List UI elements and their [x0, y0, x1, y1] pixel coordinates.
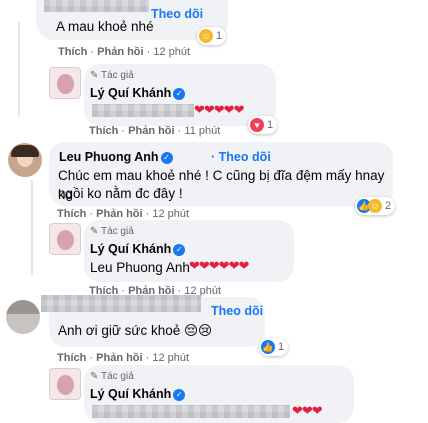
- commenter-avatar[interactable]: [8, 143, 42, 177]
- follow-link[interactable]: Theo dõi: [211, 304, 263, 318]
- care-reaction-icon: ☺: [199, 29, 213, 43]
- mention-text[interactable]: Leu Phuong Anh: [90, 258, 190, 277]
- verified-badge-icon: ✓: [160, 151, 173, 164]
- thread-line: [31, 180, 33, 275]
- reaction-badge[interactable]: ♥ 1: [248, 116, 278, 134]
- reaction-badge[interactable]: ☺ 1: [197, 27, 227, 45]
- timestamp: 11 phút: [184, 125, 221, 137]
- heart-reaction-icon: ♥: [250, 118, 264, 132]
- reply-bubble: ✎ Tác giả Lý Quí Khánh ✓ Leu Phuong Anh ❤…: [84, 220, 294, 282]
- comment-actions: Thích · Phản hồi · 12 phút: [57, 352, 190, 364]
- author-tag: ✎ Tác giả: [90, 226, 134, 237]
- comment-text: A mau khoẻ nhé: [56, 19, 154, 34]
- comment-bubble: Leu Phuong Anh ✓ · Theo dõi Chúc em mau k…: [49, 142, 393, 206]
- reply-button[interactable]: Phản hồi: [97, 46, 143, 58]
- reaction-badge[interactable]: 👍 1: [259, 338, 289, 356]
- like-button[interactable]: Thích: [89, 125, 118, 137]
- author-tag: ✎ Tác giả: [90, 70, 134, 81]
- verified-badge-icon: ✓: [173, 243, 186, 256]
- reply-bubble: ✎ Tác giả Lý Quí Khánh ✓ ❤❤❤: [84, 365, 354, 423]
- comment-actions: Thích · Phản hồi · 12 phút: [58, 46, 191, 58]
- commenter-name[interactable]: Lý Quí Khánh ✓: [90, 86, 186, 100]
- reaction-badge[interactable]: 👍 ☺ 2: [355, 197, 396, 215]
- pixelated-text: [92, 104, 194, 117]
- pixelated-name: [41, 295, 201, 312]
- like-button[interactable]: Thích: [58, 46, 87, 58]
- follow-link[interactable]: · Theo dõi: [211, 150, 271, 164]
- author-tag: ✎ Tác giả: [90, 371, 134, 382]
- verified-badge-icon: ✓: [173, 388, 186, 401]
- verified-badge-icon: ✓: [173, 87, 186, 100]
- commenter-avatar[interactable]: [6, 300, 40, 334]
- like-reaction-icon: 👍: [261, 340, 275, 354]
- reply-button[interactable]: Phản hồi: [96, 352, 142, 364]
- timestamp: 12 phút: [152, 352, 190, 364]
- care-reaction-icon: ☺: [368, 199, 382, 213]
- like-button[interactable]: Thích: [57, 208, 86, 220]
- reply-button[interactable]: Phản hồi: [128, 125, 174, 137]
- author-avatar[interactable]: [49, 368, 81, 400]
- comment-text: Anh ơi giữ sức khoẻ 😔😢: [58, 323, 213, 338]
- comment-actions: Thích · Phản hồi · 11 phút: [89, 125, 221, 137]
- commenter-name[interactable]: Lý Quí Khánh ✓: [90, 242, 186, 256]
- hearts-text: ❤❤❤: [292, 403, 323, 418]
- pixelated-name: [44, 0, 149, 12]
- like-button[interactable]: Thích: [57, 352, 86, 364]
- reply-bubble: ✎ Tác giả Lý Quí Khánh ✓ ❤❤❤❤❤: [84, 64, 276, 126]
- comment-text-line2: ngồi ko nằm đc đây !: [58, 186, 183, 201]
- comment-actions: Thích · Phản hồi · 12 phút: [57, 208, 190, 220]
- timestamp: 12 phút: [153, 46, 191, 58]
- hearts-text: ❤❤❤❤❤❤: [189, 258, 249, 273]
- hearts-text: ❤❤❤❤❤: [194, 102, 244, 117]
- commenter-name[interactable]: Leu Phuong Anh ✓: [59, 150, 173, 164]
- thread-line: [18, 22, 20, 117]
- commenter-name[interactable]: Lý Quí Khánh ✓: [90, 387, 186, 401]
- comment-bubble: Theo dõi Anh ơi giữ sức khoẻ 😔😢: [41, 295, 265, 347]
- author-avatar[interactable]: [49, 67, 81, 99]
- follow-link[interactable]: Theo dõi: [151, 7, 203, 21]
- pixelated-text: [92, 405, 290, 418]
- timestamp: 12 phút: [152, 208, 190, 220]
- reply-button[interactable]: Phản hồi: [96, 208, 142, 220]
- author-avatar[interactable]: [49, 223, 81, 255]
